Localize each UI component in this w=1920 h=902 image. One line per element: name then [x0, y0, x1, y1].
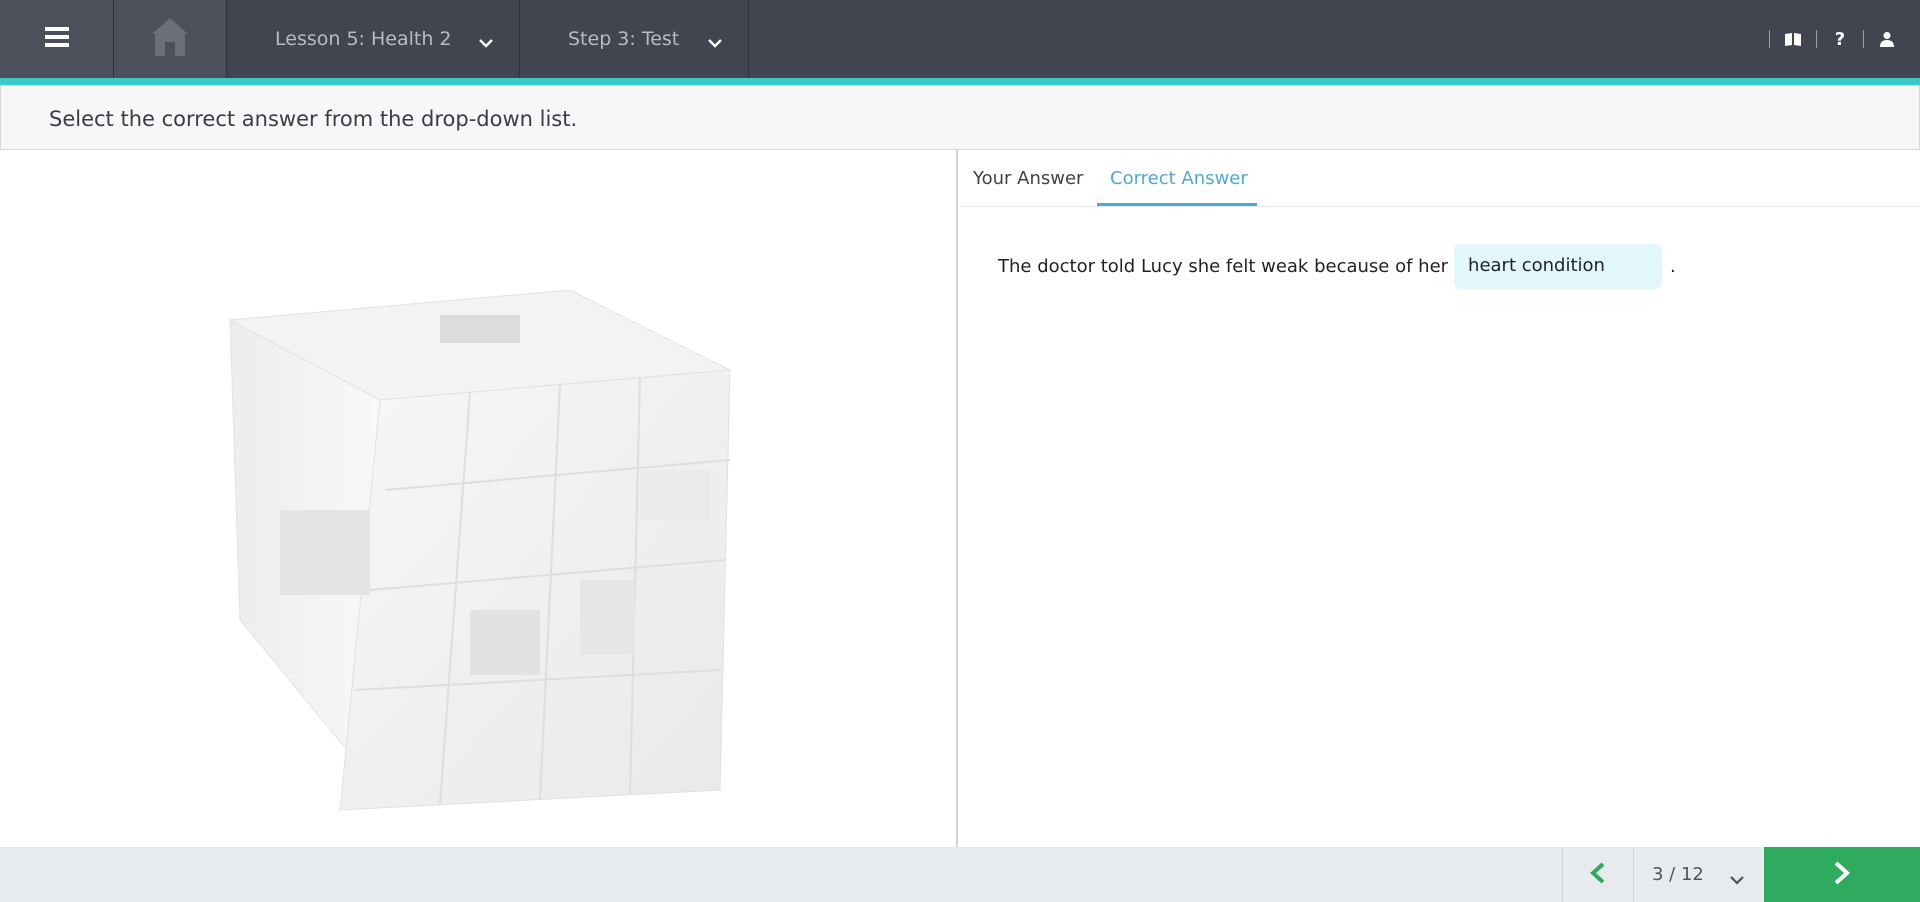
user-icon[interactable]	[1876, 28, 1898, 50]
previous-button[interactable]	[1562, 847, 1634, 902]
book-icon[interactable]	[1782, 28, 1804, 50]
active-tab-indicator	[1097, 203, 1257, 206]
lesson-dropdown[interactable]: Lesson 5: Health 2	[227, 0, 520, 78]
chevron-down-icon	[708, 31, 722, 53]
page-indicator: 3 / 12	[1652, 864, 1704, 885]
home-icon	[150, 16, 190, 62]
cube-illustration	[228, 290, 732, 811]
question-prefix: The doctor told Lucy she felt weak becau…	[998, 256, 1449, 277]
help-icon[interactable]: ?	[1829, 28, 1851, 50]
footer-navigation: 3 / 12	[0, 847, 1920, 902]
lesson-label: Lesson 5: Health 2	[275, 28, 452, 50]
answer-dropdown[interactable]: heart condition	[1454, 244, 1663, 289]
chevron-down-icon	[479, 31, 493, 53]
instruction-text: Select the correct answer from the drop-…	[49, 107, 578, 131]
progress-accent-bar	[0, 78, 1920, 85]
header-actions: ?	[1757, 0, 1898, 78]
instruction-bar: Select the correct answer from the drop-…	[0, 85, 1920, 150]
top-navigation-bar: Lesson 5: Health 2 Step 3: Test ?	[0, 0, 1920, 78]
tab-your-answer[interactable]: Your Answer	[973, 168, 1083, 189]
question-sentence: The doctor told Lucy she felt weak becau…	[998, 244, 1676, 289]
step-dropdown[interactable]: Step 3: Test	[520, 0, 749, 78]
divider	[1863, 30, 1864, 48]
page-selector[interactable]: 3 / 12	[1634, 847, 1764, 902]
home-button[interactable]	[114, 0, 227, 78]
menu-icon	[44, 26, 69, 52]
chevron-left-icon	[1590, 862, 1606, 888]
answer-tabs: Your Answer Correct Answer	[960, 150, 1920, 207]
chevron-down-icon	[1730, 869, 1744, 890]
tab-correct-answer[interactable]: Correct Answer	[1110, 168, 1248, 189]
question-suffix: .	[1670, 256, 1676, 277]
divider	[1816, 30, 1817, 48]
illustration-pane	[0, 150, 958, 847]
next-button[interactable]	[1764, 847, 1920, 902]
step-label: Step 3: Test	[568, 28, 680, 50]
menu-button[interactable]	[0, 0, 114, 78]
answer-pane: Your Answer Correct Answer The doctor to…	[960, 150, 1920, 847]
chevron-right-icon	[1833, 861, 1851, 889]
divider	[1769, 30, 1770, 48]
